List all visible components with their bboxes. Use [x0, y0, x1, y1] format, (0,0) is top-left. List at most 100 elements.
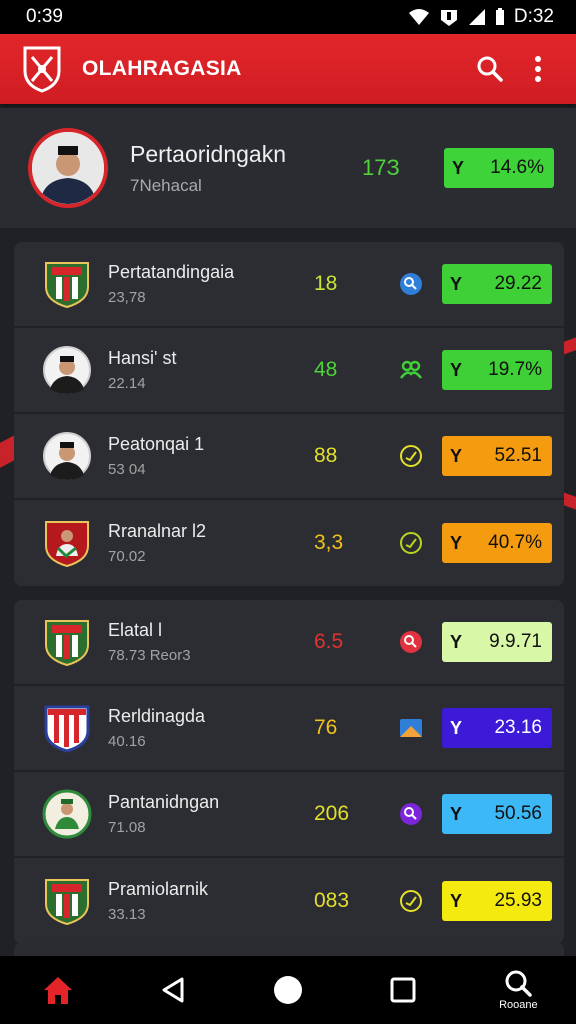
check-circle-icon [398, 888, 424, 914]
list-item[interactable]: Pramiolarnik 33.13 083 Y 25.93 [14, 858, 564, 944]
value-pill-label: 29.22 [494, 273, 542, 294]
check-circle-icon [398, 530, 424, 556]
team-crest-icon [42, 789, 92, 839]
list-item-text: Rerldinagda 40.16 [108, 706, 314, 750]
list-item-text: Pertatandingaia 23,78 [108, 262, 314, 306]
list-item-score: 76 [314, 716, 338, 739]
list-item-subtitle: 71.08 [108, 819, 146, 836]
value-pill-label: 9.9.71 [489, 631, 542, 652]
profile-card[interactable]: Pertaoridngakn 7Nehacal 17З Y 14.6% [0, 108, 576, 228]
list-item-score: 206 [314, 802, 350, 825]
list-item[interactable]: Elatal l 78.73 Reor3 6.5 Y 9.9.71 [14, 600, 564, 686]
arrow-up-icon: Y [450, 803, 463, 824]
team-crest-icon [42, 518, 92, 568]
list-item-subtitle: 40.16 [108, 733, 146, 750]
player-portrait-icon [32, 132, 104, 204]
list-item-text: Pramiolarnik 33.13 [108, 879, 314, 923]
nav-recents[interactable] [368, 960, 438, 1020]
list-item[interactable]: Rranalnar l2 70.02 3,3 Y 40.7% [14, 500, 564, 586]
list-item[interactable]: Hansi' st 22.14 48 Y 19.7% [14, 328, 564, 414]
list-item-subtitle: 33.13 [108, 906, 146, 923]
list-item-title: Pertatandingaia [108, 262, 235, 282]
list-item-title: Rerldinagda [108, 706, 206, 726]
match-list-group-1: Pertatandingaia 23,78 18 Y 29.22 Hansi' st 22.… [14, 242, 564, 586]
arrow-up-icon: Y [450, 631, 463, 652]
team-crest-icon [42, 259, 92, 309]
flag-badge-icon [398, 715, 424, 741]
value-pill[interactable]: Y 23.16 [442, 708, 552, 748]
status-bar: 0:39 D:32 [0, 0, 576, 34]
home-circle-icon [273, 976, 302, 1004]
value-pill[interactable]: Y 52.51 [442, 436, 552, 476]
wifi-icon [408, 9, 429, 25]
list-item-score: 6.5 [314, 630, 344, 653]
nav-search[interactable]: Rooane [483, 960, 553, 1020]
more-vert-icon [535, 56, 541, 82]
nav-back[interactable] [138, 960, 208, 1020]
profile-name: Pertaoridngakn [130, 140, 286, 167]
status-icons: D:32 [408, 6, 554, 28]
team-crest-icon [42, 345, 92, 395]
app-title: OLAHRAGASIA [82, 57, 242, 80]
nav-home-circle[interactable] [253, 960, 323, 1020]
list-item-subtitle: 22.14 [108, 375, 146, 392]
value-pill-label: 52.51 [494, 445, 542, 466]
list-item-subtitle: 23,78 [108, 289, 146, 306]
list-item-score: 083 [314, 889, 350, 912]
app-bar: OLAHRAGASIA [0, 34, 576, 104]
recents-square-icon [390, 977, 416, 1003]
value-pill[interactable]: Y 25.93 [442, 881, 552, 921]
signal-badge-icon [440, 10, 457, 26]
battery-icon [495, 8, 504, 25]
arrow-up-icon: Y [450, 359, 463, 380]
list-item[interactable]: Peatonqai 1 53 04 88 Y 52.51 [14, 414, 564, 500]
list-item-score: 18 [314, 272, 338, 295]
search-button[interactable] [466, 45, 514, 93]
value-pill-label: 23.16 [494, 717, 542, 738]
avatar [28, 128, 108, 208]
check-circle-icon [398, 443, 424, 469]
list-item-subtitle: 78.73 Reor3 [108, 647, 191, 664]
list-item-text: Peatonqai 1 53 04 [108, 434, 314, 478]
value-pill-label: 50.56 [494, 803, 542, 824]
list-item-title: Peatonqai 1 [108, 434, 205, 454]
nav-home[interactable] [23, 960, 93, 1020]
list-item[interactable]: Pantanidngan 71.08 206 Y 50.56 [14, 772, 564, 858]
bottom-nav-bar: Rooane [0, 956, 576, 1024]
search-icon [505, 970, 533, 997]
list-item-title: Elatal l [108, 620, 163, 640]
arrow-up-icon: Y [450, 532, 463, 553]
list-item-score: 88 [314, 444, 338, 467]
list-item-title: Hansi' st [108, 348, 177, 368]
status-time-right: D:32 [513, 6, 554, 27]
search-icon [477, 56, 503, 82]
list-item-subtitle: 53 04 [108, 461, 146, 478]
value-pill-label: 25.93 [494, 890, 542, 911]
cell-signal-icon [468, 9, 485, 25]
list-item-title: Pramiolarnik [108, 879, 209, 899]
list-item[interactable]: Rerldinagda 40.16 76 Y 23.16 [14, 686, 564, 772]
crossed-swords-shield-icon[interactable] [22, 45, 62, 93]
profile-text: Pertaoridngakn 7Nehacal [130, 141, 362, 196]
profile-score: 17З [362, 155, 400, 180]
more-options-button[interactable] [514, 45, 562, 93]
value-pill[interactable]: Y 29.22 [442, 264, 552, 304]
list-item[interactable]: Pertatandingaia 23,78 18 Y 29.22 [14, 242, 564, 328]
arrow-up-icon: Y [450, 717, 463, 738]
value-pill[interactable]: Y 9.9.71 [442, 622, 552, 662]
people-icon [398, 357, 424, 383]
list-item-score: 48 [314, 358, 338, 381]
value-pill[interactable]: Y 19.7% [442, 350, 552, 390]
value-pill-label: 40.7% [488, 532, 542, 553]
value-pill[interactable]: Y 40.7% [442, 523, 552, 563]
circle-badge-icon [398, 629, 424, 655]
arrow-up-icon: Y [450, 890, 463, 911]
circle-badge-icon [398, 801, 424, 827]
back-triangle-icon [162, 977, 184, 1003]
list-item-text: Elatal l 78.73 Reor3 [108, 620, 314, 664]
value-pill[interactable]: Y 50.56 [442, 794, 552, 834]
home-icon [43, 977, 72, 1004]
circle-badge-icon [398, 271, 424, 297]
profile-pill[interactable]: Y 14.6% [444, 148, 554, 188]
match-list-group-2: Elatal l 78.73 Reor3 6.5 Y 9.9.71 Rerldinagda… [14, 600, 564, 944]
